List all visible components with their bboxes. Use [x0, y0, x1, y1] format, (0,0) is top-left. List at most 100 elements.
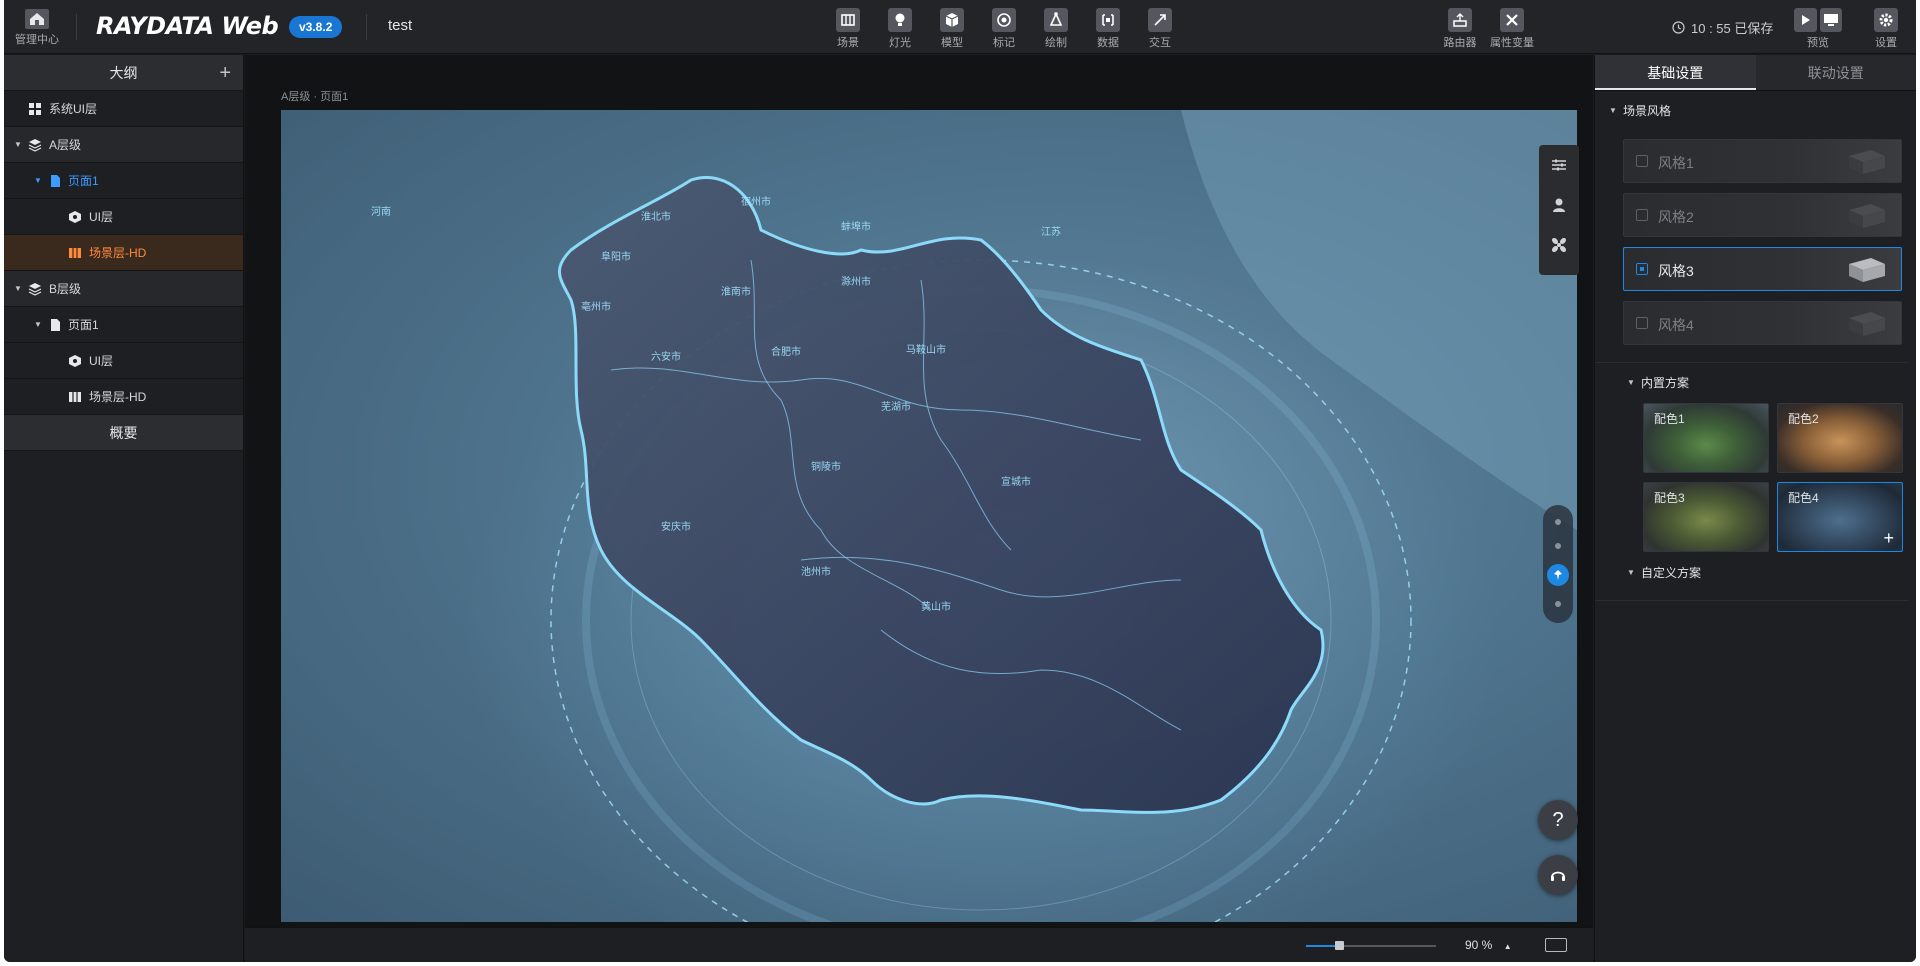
- ui-layer-icon: [69, 355, 81, 367]
- caret-down-icon: ▼: [1627, 568, 1635, 577]
- tool-light-button[interactable]: 灯光: [876, 6, 924, 50]
- person-view-button[interactable]: [1539, 185, 1579, 225]
- layers-icon: [28, 283, 42, 296]
- tree-item-a-ui-layer[interactable]: UI层: [4, 199, 243, 235]
- building-thumbnail-icon: [1849, 150, 1885, 174]
- zoom-value[interactable]: 90 % ▲: [1465, 938, 1512, 952]
- draw-icon: [1049, 12, 1063, 26]
- builtin-scheme-section[interactable]: ▼ 内置方案: [1595, 363, 1916, 403]
- scene-icon: [841, 14, 855, 26]
- project-name: test: [388, 17, 413, 34]
- router-button[interactable]: 路由器: [1436, 6, 1484, 50]
- scene-viewport[interactable]: 六安市 合肥市 马鞍山市 芜湖市 铜陵市 安庆市 池州市 宣城市 黄山市 滁州市…: [281, 110, 1577, 922]
- tree-item-level-b[interactable]: ▼ B层级: [4, 271, 243, 307]
- tree-label: 页面1: [68, 174, 99, 188]
- style-radio[interactable]: [1636, 209, 1648, 221]
- custom-scheme-section[interactable]: ▼ 自定义方案: [1595, 553, 1916, 593]
- tree-item-a-scene-layer[interactable]: 场景层-HD: [4, 235, 243, 271]
- style-option-4[interactable]: 风格4: [1623, 301, 1902, 345]
- management-center-button[interactable]: 管理中心: [12, 6, 62, 50]
- person-icon: [1553, 198, 1565, 212]
- settings-button[interactable]: 设置: [1862, 6, 1910, 50]
- clock-icon: [1672, 21, 1685, 34]
- caret-down-icon[interactable]: ▼: [34, 163, 42, 199]
- tool-scene-button[interactable]: 场景: [824, 6, 872, 50]
- preset-dot[interactable]: [1555, 601, 1561, 607]
- gear-icon: [1879, 13, 1893, 27]
- help-button[interactable]: ?: [1538, 800, 1578, 840]
- support-button[interactable]: [1538, 855, 1578, 895]
- zoom-slider[interactable]: [1306, 941, 1436, 950]
- add-layer-button[interactable]: +: [219, 55, 231, 91]
- style-radio-selected[interactable]: [1636, 263, 1648, 275]
- caret-down-icon[interactable]: ▼: [14, 271, 22, 307]
- tree-item-b-page1[interactable]: ▼ 页面1: [4, 307, 243, 343]
- tree-label: 场景层-HD: [89, 390, 147, 404]
- fan-button[interactable]: [1539, 225, 1579, 265]
- tree-label: A层级: [49, 138, 82, 152]
- tool-data-button[interactable]: 数据: [1084, 6, 1132, 50]
- tool-model-button[interactable]: 模型: [928, 6, 976, 50]
- scheme-option-3[interactable]: 配色3: [1643, 482, 1769, 552]
- tree-item-b-ui-layer[interactable]: UI层: [4, 343, 243, 379]
- properties-tabs: 基础设置 联动设置: [1595, 55, 1916, 91]
- pin-icon[interactable]: [1547, 564, 1569, 586]
- tool-interaction-button[interactable]: 交互: [1136, 6, 1184, 50]
- tree-item-a-page1[interactable]: ▼ 页面1: [4, 163, 243, 199]
- zoom-slider-thumb[interactable]: [1334, 941, 1344, 950]
- tree-item-level-a[interactable]: ▼ A层级: [4, 127, 243, 163]
- interaction-icon: [1154, 14, 1166, 26]
- map-label: 蚌埠市: [841, 220, 871, 233]
- tree-label: 场景层-HD: [89, 246, 147, 260]
- add-scheme-icon[interactable]: +: [1883, 528, 1894, 549]
- settings-label: 设置: [1875, 37, 1897, 49]
- map-label: 亳州市: [581, 300, 611, 313]
- scene-layer-icon: [69, 392, 81, 402]
- map-label: 芜湖市: [881, 400, 911, 413]
- caret-down-icon[interactable]: ▼: [34, 307, 42, 343]
- preset-dot[interactable]: [1555, 543, 1561, 549]
- page-icon: [51, 175, 60, 187]
- scheme-option-4[interactable]: 配色4 +: [1777, 482, 1903, 552]
- preview-button[interactable]: 预览: [1794, 6, 1842, 50]
- style-option-3[interactable]: 风格3: [1623, 247, 1902, 291]
- section-title: 场景风格: [1623, 104, 1672, 118]
- caret-down-icon: ▼: [1609, 106, 1617, 115]
- summary-section[interactable]: 概要: [4, 415, 243, 451]
- style-option-1[interactable]: 风格1: [1623, 139, 1902, 183]
- play-icon: [1802, 15, 1811, 25]
- scheme-option-1[interactable]: 配色1: [1643, 403, 1769, 473]
- zoom-value-text: 90 %: [1465, 938, 1493, 952]
- tree-label: UI层: [89, 354, 114, 368]
- tree-item-b-scene-layer[interactable]: 场景层-HD: [4, 379, 243, 415]
- tool-marker-button[interactable]: 标记: [980, 6, 1028, 50]
- scheme-grid: 配色1 配色2 配色3 配色4 +: [1643, 403, 1905, 553]
- tool-draw-label: 绘制: [1045, 37, 1067, 49]
- property-variable-label: 属性变量: [1490, 37, 1534, 49]
- keyboard-icon[interactable]: [1545, 938, 1567, 952]
- style-radio[interactable]: [1636, 317, 1648, 329]
- divider: [366, 14, 367, 40]
- preset-dot[interactable]: [1555, 519, 1561, 525]
- adjust-button[interactable]: [1539, 145, 1579, 185]
- viewport-side-toolbar: [1539, 145, 1579, 275]
- tree-item-system-ui[interactable]: 系统UI层: [4, 91, 243, 127]
- style-label: 风格4: [1658, 317, 1694, 333]
- tab-basic-settings[interactable]: 基础设置: [1595, 55, 1756, 90]
- tab-linkage-settings[interactable]: 联动设置: [1755, 55, 1916, 90]
- tool-draw-button[interactable]: 绘制: [1032, 6, 1080, 50]
- property-variable-button[interactable]: 属性变量: [1488, 6, 1536, 50]
- scheme-option-2[interactable]: 配色2: [1777, 403, 1903, 473]
- building-thumbnail-icon: [1849, 258, 1885, 282]
- camera-preset-slider[interactable]: [1543, 505, 1573, 623]
- style-radio[interactable]: [1636, 155, 1648, 167]
- zoom-dropdown-icon[interactable]: ▲: [1504, 942, 1512, 951]
- caret-down-icon[interactable]: ▼: [14, 127, 22, 163]
- marker-icon: [997, 13, 1011, 27]
- scene-style-section[interactable]: ▼ 场景风格: [1595, 91, 1916, 131]
- sliders-icon: [1552, 159, 1566, 171]
- scheme-label: 配色2: [1788, 412, 1819, 426]
- style-option-2[interactable]: 风格2: [1623, 193, 1902, 237]
- map-label: 黄山市: [921, 600, 951, 613]
- outline-title: 大纲: [109, 65, 138, 81]
